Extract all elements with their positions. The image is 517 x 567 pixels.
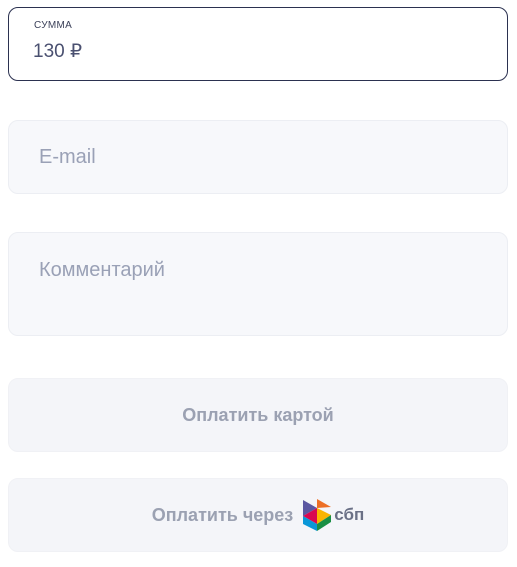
amount-field[interactable]: СУММА 130 ₽ (8, 7, 508, 81)
pay-via-sbp-button[interactable]: Оплатить через сбп (8, 478, 508, 552)
comment-placeholder: Комментарий (39, 259, 165, 281)
email-placeholder: E-mail (39, 146, 96, 168)
pay-by-card-label: Оплатить картой (182, 404, 334, 425)
email-field[interactable]: E-mail (8, 120, 508, 194)
pay-via-sbp-label: Оплатить через (151, 504, 294, 525)
amount-value[interactable]: 130 ₽ (33, 40, 82, 63)
sbp-logo-text: сбп (334, 505, 365, 524)
amount-label: СУММА (34, 20, 73, 31)
pay-by-card-button[interactable]: Оплатить картой (8, 378, 508, 452)
sbp-logo: сбп (303, 498, 364, 532)
sbp-logo-icon (303, 499, 332, 531)
comment-field[interactable]: Комментарий (8, 232, 508, 336)
